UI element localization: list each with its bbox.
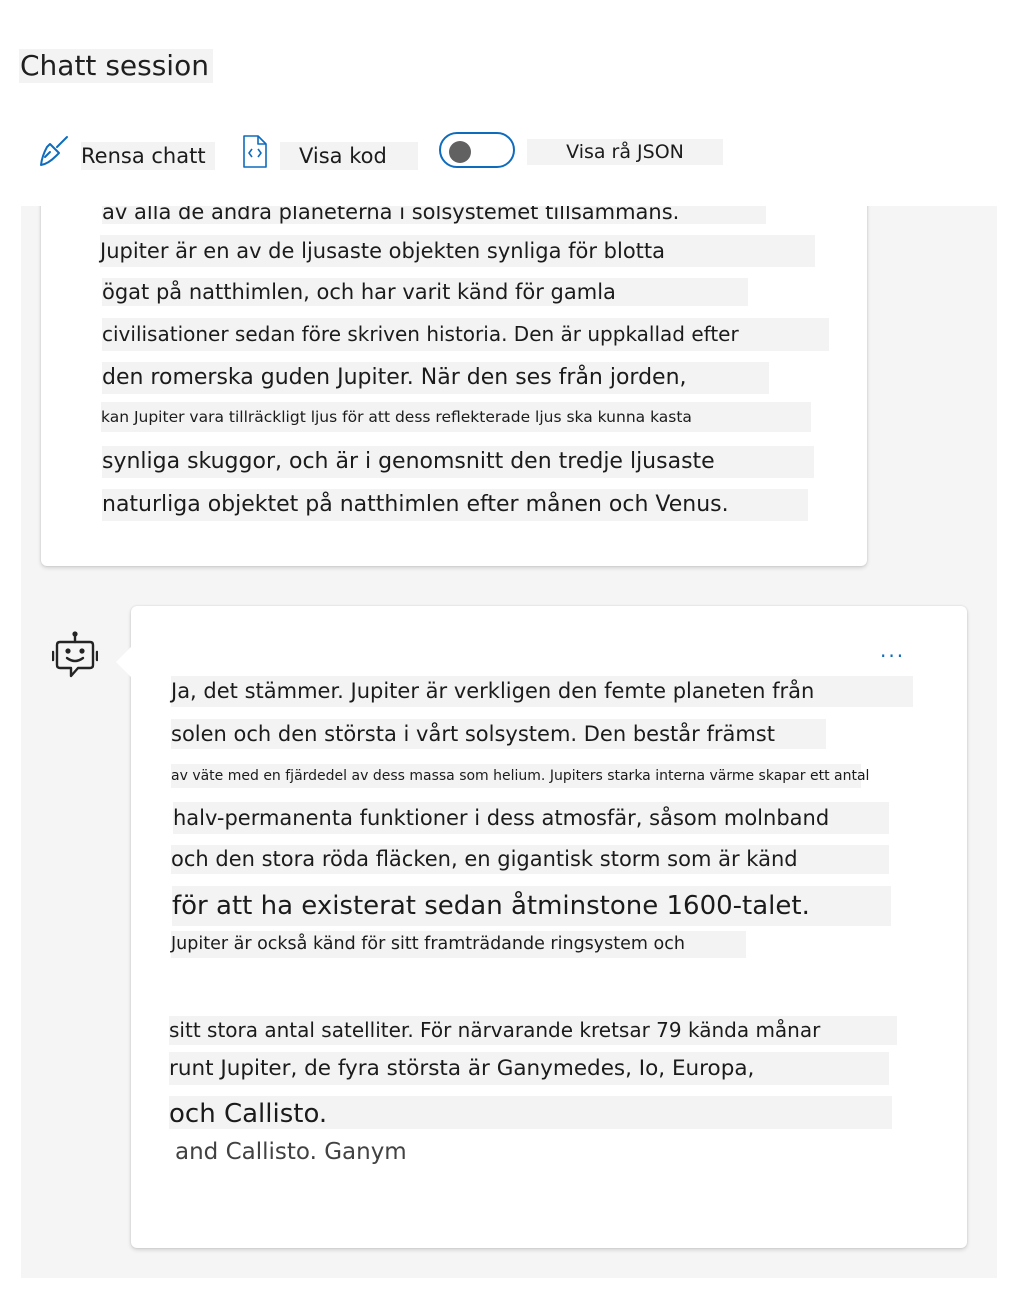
more-options-button[interactable]: ... bbox=[880, 638, 905, 662]
user-message-line: civilisationer sedan före skriven histor… bbox=[102, 318, 829, 351]
raw-json-label[interactable]: Visa rå JSON bbox=[527, 139, 723, 165]
user-message-line: kan Jupiter vara tillräckligt ljus för a… bbox=[101, 402, 811, 432]
clear-chat-label[interactable]: Rensa chatt bbox=[81, 142, 215, 170]
view-code-label[interactable]: Visa kod bbox=[280, 142, 418, 170]
toggle-knob bbox=[449, 141, 471, 163]
bot-message-line: av väte med en fjärdedel av dess massa s… bbox=[171, 764, 869, 788]
bot-message-card: Ja, det stämmer. Jupiter är verkligen de… bbox=[116, 606, 967, 1248]
bot-message-line: sitt stora antal satelliter. För närvara… bbox=[169, 1016, 897, 1045]
bot-message-tail: and Callisto. Ganym bbox=[175, 1139, 407, 1165]
bubble-tail bbox=[116, 646, 132, 678]
broom-icon[interactable] bbox=[36, 134, 70, 168]
user-message-card: av alla de andra planeterna i solsysteme… bbox=[41, 206, 867, 566]
raw-json-toggle[interactable] bbox=[439, 132, 515, 168]
bot-message-line: halv-permanenta funktioner i dess atmosf… bbox=[173, 802, 889, 834]
bot-message-line: och den stora röda fläcken, en gigantisk… bbox=[171, 845, 889, 874]
user-message-line: synliga skuggor, och är i genomsnitt den… bbox=[102, 446, 814, 478]
bot-message-line: Ja, det stämmer. Jupiter är verkligen de… bbox=[171, 676, 913, 707]
bot-message-line: solen och den största i vårt solsystem. … bbox=[171, 719, 826, 749]
bot-message-line: Jupiter är också känd för sitt framträda… bbox=[171, 931, 746, 958]
bot-message-line: och Callisto. bbox=[169, 1096, 892, 1129]
bot-message-line: för att ha existerat sedan åtminstone 16… bbox=[172, 886, 891, 926]
user-message-line: den romerska guden Jupiter. När den ses … bbox=[102, 362, 769, 394]
user-message-line: naturliga objektet på natthimlen efter m… bbox=[102, 489, 808, 521]
user-message-line: av alla de andra planeterna i solsysteme… bbox=[102, 206, 766, 224]
user-message-line: ögat på natthimlen, och har varit känd f… bbox=[102, 278, 748, 306]
chat-panel: av alla de andra planeterna i solsysteme… bbox=[21, 206, 997, 1278]
page-title: Chatt session bbox=[19, 49, 213, 83]
bot-icon bbox=[52, 631, 98, 678]
user-message-line: Jupiter är en av de ljusaste objekten sy… bbox=[100, 235, 815, 267]
bot-message-line: runt Jupiter, de fyra största är Ganymed… bbox=[169, 1052, 889, 1085]
code-file-icon[interactable] bbox=[239, 134, 271, 170]
